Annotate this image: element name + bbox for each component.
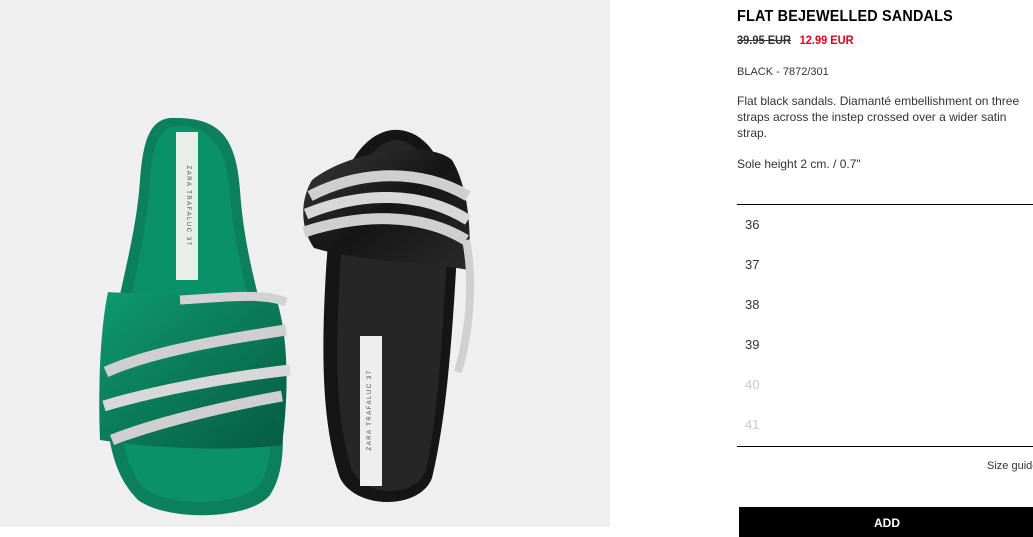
- size-option-40: 40: [745, 377, 760, 392]
- sale-price: 12.99 EUR: [799, 33, 854, 47]
- size-option-37[interactable]: 37: [737, 245, 1033, 285]
- size-selector: 36 37 38 39 40 41: [737, 204, 1033, 447]
- size-option-36[interactable]: 36: [737, 205, 1033, 245]
- sandals-illustration: ZARA TRAFALUC 37 ZARA TRAFALUC 37: [99, 117, 475, 516]
- color-reference: BLACK - 7872/301: [737, 66, 829, 78]
- price-row: 39.95 EUR 12.99 EUR: [737, 33, 854, 47]
- size-option-39[interactable]: 39: [737, 325, 1033, 365]
- old-price: 39.95 EUR: [737, 33, 792, 47]
- black-sandal: ZARA TRAFALUC 37: [302, 129, 475, 503]
- sole-height: Sole height 2 cm. / 0.7": [737, 157, 861, 171]
- product-image[interactable]: ZARA TRAFALUC 37 ZARA TRAFALUC 37: [0, 0, 610, 527]
- size-guide-link[interactable]: Size guide: [987, 460, 1033, 472]
- product-description: Flat black sandals. Diamanté embellishme…: [737, 94, 1020, 140]
- product-info-panel: FLAT BEJEWELLED SANDALS 39.95 EUR 12.99 …: [737, 0, 1033, 537]
- product-title: FLAT BEJEWELLED SANDALS: [737, 8, 953, 25]
- size-option-41: 41: [745, 417, 760, 432]
- add-to-cart-button[interactable]: ADD: [739, 507, 1033, 537]
- black-sandal-label: ZARA TRAFALUC 37: [367, 370, 373, 451]
- green-sandal: ZARA TRAFALUC 37: [99, 117, 291, 516]
- size-option-38[interactable]: 38: [737, 285, 1033, 325]
- green-sandal-label: ZARA TRAFALUC 37: [185, 166, 191, 247]
